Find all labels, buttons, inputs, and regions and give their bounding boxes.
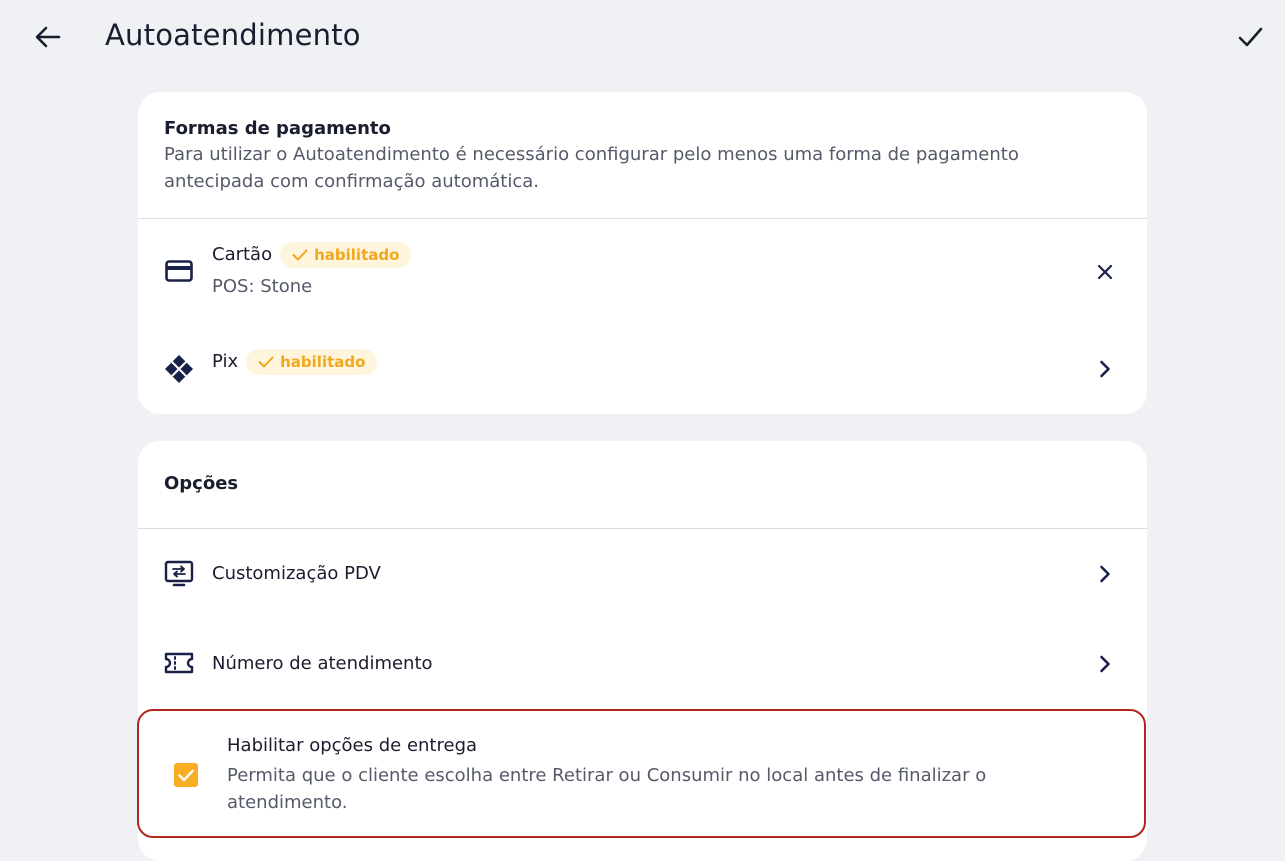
options-item-service-number[interactable]: Número de atendimento [138,619,1147,709]
options-item-pdv-customization[interactable]: Customização PDV [138,529,1147,619]
payment-methods-card: Formas de pagamento Para utilizar o Auto… [138,92,1147,414]
options-section-title: Opções [164,473,239,494]
payment-method-detail: POS: Stone [212,276,313,297]
divider [138,218,1147,219]
enabled-badge: habilitado [246,349,378,375]
check-icon [178,769,194,781]
confirm-button[interactable] [1232,22,1268,52]
delivery-options-checkbox[interactable] [174,763,198,787]
check-icon [292,249,308,261]
chevron-right-icon [1093,562,1117,586]
delivery-options-title: Habilitar opções de entrega [227,735,478,756]
payment-method-card-row[interactable]: Cartão habilitado POS: Stone [138,220,1147,324]
delivery-options-row[interactable]: Habilitar opções de entrega Permita que … [137,709,1146,838]
credit-card-icon [164,256,194,286]
top-bar: Autoatendimento [0,0,1285,76]
payment-section-title: Formas de pagamento [164,118,391,139]
check-icon [258,356,274,368]
badge-label: habilitado [314,246,400,264]
ticket-icon [164,648,194,678]
options-item-label: Número de atendimento [212,653,433,674]
badge-label: habilitado [280,353,366,371]
remove-payment-button[interactable] [1093,260,1117,284]
payment-method-label: Cartão [212,244,273,265]
arrow-left-icon [35,26,61,48]
enabled-badge: habilitado [280,242,412,268]
payment-section-description: Para utilizar o Autoatendimento é necess… [164,144,1019,192]
payment-method-label: Pix [212,351,239,372]
back-button[interactable] [30,22,66,52]
close-icon [1097,264,1113,280]
page-title: Autoatendimento [105,18,361,52]
open-pix-button[interactable] [1093,357,1117,381]
pos-terminal-icon [164,559,194,589]
delivery-options-description: Permita que o cliente escolha entre Reti… [227,765,987,813]
chevron-right-icon [1093,652,1117,676]
chevron-right-icon [1100,360,1110,378]
pix-icon [164,354,194,384]
check-icon [1238,27,1263,47]
payment-method-pix-row[interactable]: Pix habilitado [138,324,1147,414]
options-item-label: Customização PDV [212,563,381,584]
